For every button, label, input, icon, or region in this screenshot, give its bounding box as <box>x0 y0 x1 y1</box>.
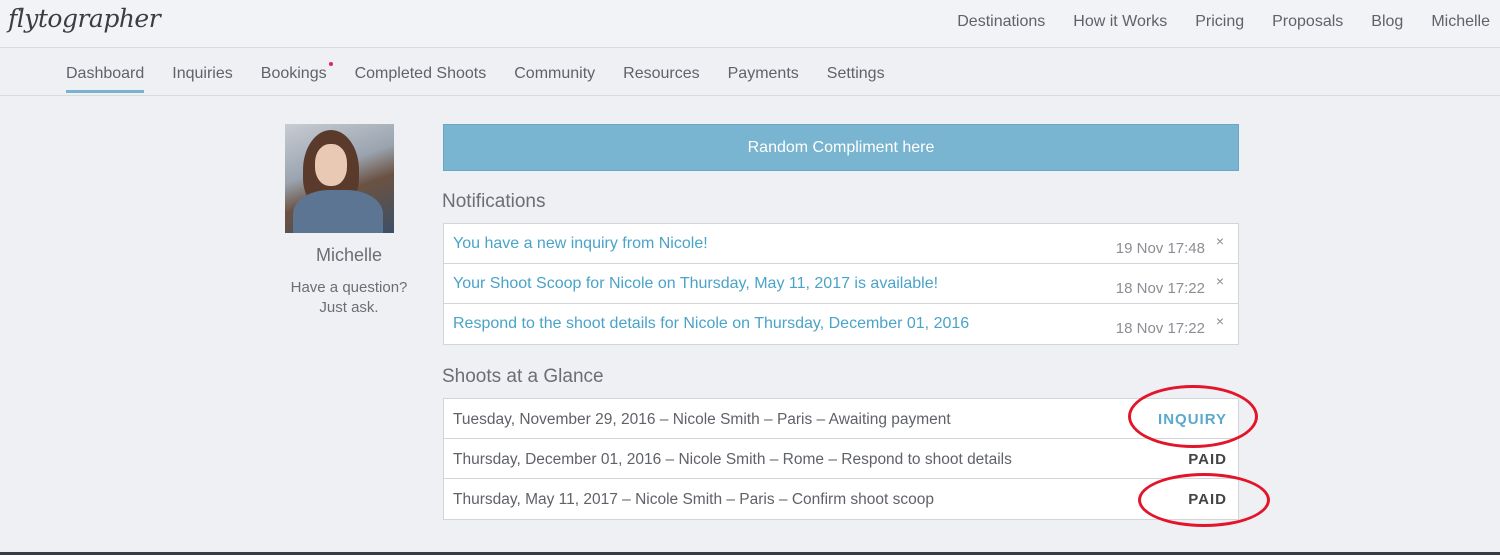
tab-payments[interactable]: Payments <box>728 65 799 95</box>
shoots-title: Shoots at a Glance <box>442 366 604 387</box>
tab-label: Community <box>514 65 596 82</box>
flytographer-logo[interactable]: flytographer <box>8 4 161 33</box>
notification-dot <box>328 62 333 66</box>
annotation-circle <box>1128 385 1258 448</box>
notifications-list: You have a new inquiry from Nicole! 19 N… <box>443 223 1239 345</box>
notification-link[interactable]: Your Shoot Scoop for Nicole on Thursday,… <box>453 275 938 293</box>
compliment-label: Random Compliment here <box>747 138 935 156</box>
help-prompt[interactable]: Have a question? Just ask. <box>280 278 418 318</box>
dashboard-subnav: Dashboard Inquiries Bookings Completed S… <box>0 49 1500 96</box>
shoot-row[interactable]: Tuesday, November 29, 2016 – Nicole Smit… <box>444 399 1238 439</box>
nav-destinations[interactable]: Destinations <box>957 13 1045 31</box>
help-line-1: Have a question? <box>290 279 408 296</box>
shoot-summary: Thursday, May 11, 2017 – Nicole Smith – … <box>453 491 935 508</box>
shoots-list: Tuesday, November 29, 2016 – Nicole Smit… <box>443 398 1239 520</box>
top-nav: Destinations How it Works Pricing Propos… <box>957 13 1490 31</box>
tab-inquiries[interactable]: Inquiries <box>172 65 232 95</box>
nav-blog[interactable]: Blog <box>1371 13 1403 31</box>
status-badge[interactable]: PAID <box>1188 451 1227 468</box>
notifications-title: Notifications <box>442 191 546 212</box>
shoot-row[interactable]: Thursday, December 01, 2016 – Nicole Smi… <box>444 439 1238 479</box>
compliment-banner[interactable]: Random Compliment here <box>443 124 1239 171</box>
avatar <box>285 124 394 233</box>
nav-proposals[interactable]: Proposals <box>1272 13 1343 31</box>
close-icon[interactable]: × <box>1216 233 1224 249</box>
notification-time: 19 Nov 17:48 <box>1115 240 1205 257</box>
notification-link[interactable]: Respond to the shoot details for Nicole … <box>453 315 969 333</box>
tab-resources[interactable]: Resources <box>623 65 699 95</box>
tab-settings[interactable]: Settings <box>827 65 885 95</box>
notification-row: Respond to the shoot details for Nicole … <box>444 304 1238 344</box>
nav-user-menu[interactable]: Michelle <box>1431 13 1490 31</box>
help-line-2: Just ask. <box>319 299 379 316</box>
avatar-body <box>293 190 383 233</box>
notification-link[interactable]: You have a new inquiry from Nicole! <box>453 235 708 253</box>
shoot-summary: Thursday, December 01, 2016 – Nicole Smi… <box>453 451 1012 468</box>
profile-name: Michelle <box>315 245 383 265</box>
close-icon[interactable]: × <box>1216 313 1224 329</box>
tab-label: Settings <box>826 65 885 82</box>
tab-label: Dashboard <box>66 65 145 82</box>
nav-how-it-works[interactable]: How it Works <box>1073 13 1167 31</box>
tab-community[interactable]: Community <box>514 65 595 95</box>
tab-label: Payments <box>727 65 799 82</box>
notification-row: Your Shoot Scoop for Nicole on Thursday,… <box>444 264 1238 304</box>
nav-pricing[interactable]: Pricing <box>1195 13 1244 31</box>
tab-label: Bookings <box>260 65 327 82</box>
tab-label: Resources <box>623 65 700 82</box>
shoot-summary: Tuesday, November 29, 2016 – Nicole Smit… <box>453 411 951 428</box>
notification-row: You have a new inquiry from Nicole! 19 N… <box>444 224 1238 264</box>
avatar-face <box>315 144 347 186</box>
notification-time: 18 Nov 17:22 <box>1115 280 1205 297</box>
tab-label: Inquiries <box>172 65 233 82</box>
top-header: flytographer Destinations How it Works P… <box>0 0 1500 48</box>
shoot-row[interactable]: Thursday, May 11, 2017 – Nicole Smith – … <box>444 479 1238 519</box>
tab-completed-shoots[interactable]: Completed Shoots <box>355 65 487 95</box>
close-icon[interactable]: × <box>1216 273 1224 289</box>
tab-dashboard[interactable]: Dashboard <box>66 65 145 95</box>
notification-time: 18 Nov 17:22 <box>1115 320 1205 337</box>
tab-label: Completed Shoots <box>354 65 487 82</box>
tab-bookings[interactable]: Bookings <box>260 62 333 95</box>
annotation-circle <box>1138 473 1270 527</box>
